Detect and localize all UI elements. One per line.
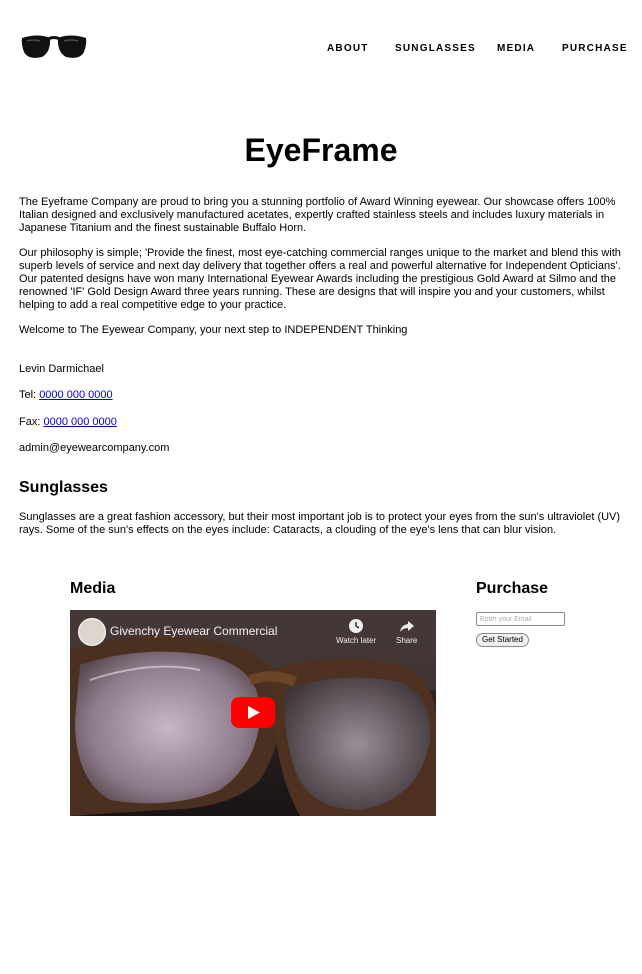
watch-later-label: Watch later <box>336 636 377 645</box>
purchase-heading: Purchase <box>476 580 549 597</box>
email-input[interactable] <box>476 612 565 626</box>
share-button[interactable]: Share <box>396 618 417 645</box>
about-paragraph-3: Our patented designs have won many Inter… <box>19 273 617 311</box>
about-welcome-text: Welcome to The Eyewear Company, your nex… <box>19 324 408 336</box>
fax-label: Fax: <box>19 416 41 428</box>
share-label: Share <box>396 636 418 645</box>
nav-about-link[interactable]: ABOUT <box>327 43 369 54</box>
nav-media-link[interactable]: MEDIA <box>497 43 535 54</box>
video-title[interactable]: Givenchy Eyewear Commercial <box>110 624 277 638</box>
main-nav: ABOUT SUNGLASSES MEDIA PURCHASE <box>0 43 642 59</box>
channel-avatar[interactable] <box>78 618 106 646</box>
contact-email: admin@eyewearcompany.com <box>19 442 170 454</box>
video-player[interactable]: Givenchy Eyewear Commercial Watch later … <box>70 610 436 816</box>
fax-link[interactable]: 0000 000 0000 <box>43 416 116 428</box>
tel-label: Tel: <box>19 389 37 401</box>
contact-name: Levin Darmichael <box>19 363 104 375</box>
nav-purchase-link[interactable]: PURCHASE <box>562 43 628 54</box>
contact-fax: Fax: 0000 000 0000 <box>19 416 117 429</box>
watch-later-button[interactable]: Watch later <box>336 618 376 645</box>
about-paragraph-2: Our philosophy is simple; 'Provide the f… <box>19 247 621 272</box>
about-paragraph-1: The Eyeframe Company are proud to bring … <box>19 196 616 234</box>
page-title: EyeFrame <box>244 132 398 168</box>
sunglasses-text: Sunglasses are a great fashion accessory… <box>19 511 621 536</box>
get-started-button[interactable]: Get Started <box>476 633 529 647</box>
tel-link[interactable]: 0000 000 0000 <box>39 389 112 401</box>
clock-icon <box>349 619 364 633</box>
contact-tel: Tel: 0000 000 0000 <box>19 389 113 402</box>
media-heading: Media <box>70 580 116 597</box>
share-icon <box>399 621 414 632</box>
nav-sunglasses-link[interactable]: SUNGLASSES <box>395 43 476 54</box>
sunglasses-heading: Sunglasses <box>19 479 108 496</box>
play-icon[interactable] <box>231 697 275 728</box>
